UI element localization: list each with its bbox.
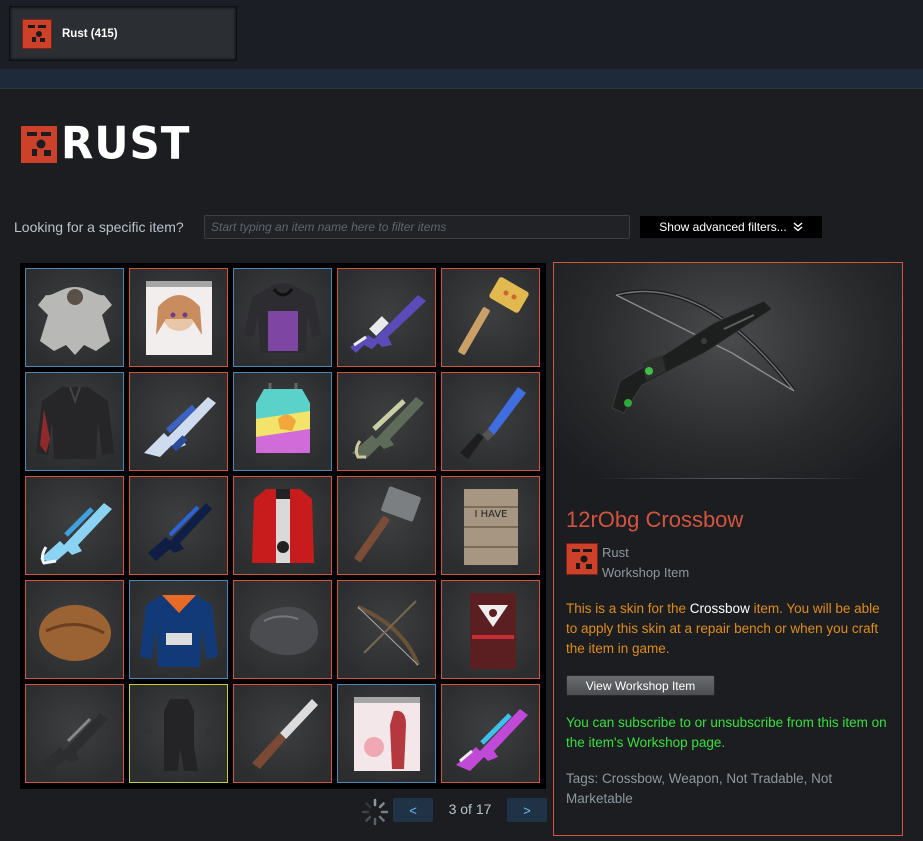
svg-text:I HAVE: I HAVE — [474, 509, 507, 520]
neon-rifle-icon — [455, 708, 528, 771]
item-filter-input[interactable] — [204, 215, 630, 239]
inventory-slot[interactable] — [129, 268, 228, 367]
black-outfit-icon — [143, 698, 214, 771]
view-workshop-item-button[interactable]: View Workshop Item — [566, 675, 715, 696]
inventory-slot[interactable] — [233, 372, 332, 471]
inventory-slot[interactable] — [25, 580, 124, 679]
art-divider — [594, 478, 869, 479]
inventory-slot[interactable] — [129, 372, 228, 471]
prev-page-button[interactable]: < — [393, 798, 433, 822]
black-shirt-icon — [35, 386, 114, 459]
black-rifle-icon — [41, 712, 108, 771]
bone-knife-icon — [251, 698, 318, 769]
rust-logo-icon — [566, 543, 598, 575]
camo-smg-icon — [351, 396, 424, 459]
wooden-hammer-icon — [457, 276, 529, 355]
stone-icon — [249, 606, 318, 655]
inventory-slot[interactable]: I HAVE — [441, 476, 540, 575]
header-strip — [0, 69, 923, 89]
item-tags: Tags: Crossbow, Weapon, Not Tradable, No… — [566, 771, 833, 806]
racing-jacket-icon — [139, 594, 218, 667]
next-page-button[interactable]: > — [507, 798, 547, 822]
inventory-slot[interactable] — [337, 684, 436, 783]
inventory-slot[interactable] — [441, 684, 540, 783]
inventory-grid: I HAVE — [20, 263, 546, 789]
red-door-icon — [469, 592, 516, 669]
inventory-slot[interactable] — [25, 372, 124, 471]
inventory-slot[interactable] — [233, 580, 332, 679]
anime-garage-door-icon — [145, 280, 212, 355]
desc-prefix: This is a skin for the — [566, 601, 690, 616]
rust-wordmark: RUST — [61, 117, 191, 170]
item-description: This is a skin for the Crossbow item. Yo… — [566, 599, 891, 659]
crossbow-icon — [611, 289, 796, 414]
inventory-slot[interactable] — [337, 476, 436, 575]
item-name: 12rObg Crossbow — [566, 507, 744, 532]
app-tab-rust[interactable]: Rust (415) — [9, 6, 237, 61]
inventory-slot[interactable] — [25, 476, 124, 575]
blue-knife-icon — [459, 386, 526, 459]
app-tab-label: Rust (415) — [62, 27, 118, 40]
game-info: Rust Workshop Item — [566, 543, 689, 583]
rust-logo-icon — [21, 125, 57, 163]
rainbow-chestplate-icon — [255, 382, 310, 453]
advanced-filters-button[interactable]: Show advanced filters... — [640, 216, 822, 238]
brown-nut-icon — [38, 604, 111, 661]
purple-assault-rifle-icon — [349, 294, 426, 353]
pink-garage-door-icon — [353, 696, 420, 771]
dark-blue-rifle-icon — [147, 502, 212, 561]
item-type: Workshop Item — [602, 565, 690, 580]
page-indicator: 3 of 17 — [448, 801, 492, 817]
search-label: Looking for a specific item? — [14, 219, 184, 235]
inventory-slot[interactable] — [233, 268, 332, 367]
inventory-slot[interactable] — [129, 580, 228, 679]
item-details-panel: 12rObg Crossbow Rust Workshop Item This … — [553, 262, 903, 836]
inventory-slot[interactable] — [25, 684, 124, 783]
blue-smg-icon — [143, 396, 216, 457]
inventory-slot[interactable] — [441, 580, 540, 679]
subscribe-note: You can subscribe to or unsubscribe from… — [566, 715, 887, 750]
inventory-slot[interactable] — [337, 268, 436, 367]
inventory-slot[interactable] — [441, 372, 540, 471]
sledgehammer-icon — [354, 486, 421, 562]
inventory-slot[interactable] — [129, 684, 228, 783]
inventory-slot[interactable] — [337, 580, 436, 679]
inventory-slot[interactable] — [233, 684, 332, 783]
bow-icon — [356, 599, 420, 666]
ice-smg-icon — [39, 502, 112, 565]
inventory-slot[interactable] — [441, 268, 540, 367]
app-tab-bar: Rust (415) — [0, 0, 923, 69]
inventory-slot[interactable] — [233, 476, 332, 575]
inventory-slot[interactable] — [25, 268, 124, 367]
item-artwork — [554, 263, 902, 479]
red-jacket-icon — [251, 488, 314, 563]
advanced-filters-label: Show advanced filters... — [659, 220, 787, 234]
purple-hoodie-icon — [243, 282, 322, 353]
bear-rug-icon — [37, 286, 112, 355]
rust-brand-logo: RUST — [21, 117, 191, 170]
wooden-door-icon: I HAVE — [463, 488, 518, 565]
loading-spinner-icon — [361, 798, 389, 826]
inventory-slot[interactable] — [129, 476, 228, 575]
game-name: Rust — [602, 545, 629, 560]
double-chevron-down-icon — [793, 222, 803, 232]
inventory-slot[interactable] — [337, 372, 436, 471]
desc-item-name: Crossbow — [689, 601, 750, 616]
rust-logo-icon — [22, 18, 52, 49]
